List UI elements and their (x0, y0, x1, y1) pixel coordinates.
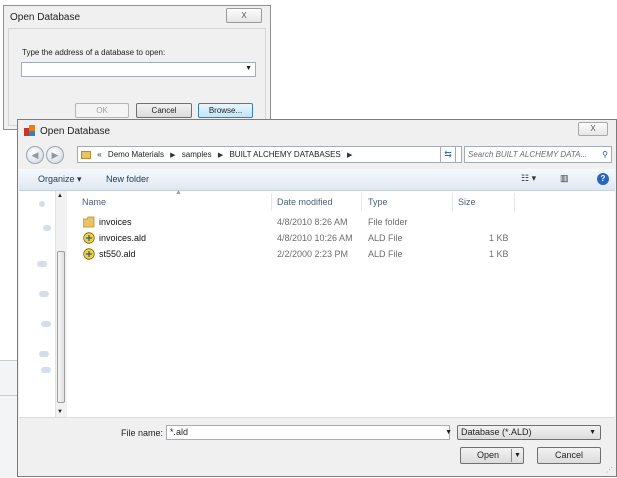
chevron-right-icon[interactable]: ▶ (218, 152, 223, 159)
close-button[interactable]: X (578, 122, 608, 136)
refresh-button[interactable]: ⇆ (440, 146, 456, 163)
file-date: 4/8/2010 10:26 AM (277, 233, 353, 243)
nav-item[interactable] (39, 201, 45, 207)
file-name: st550.ald (99, 249, 136, 259)
app-icon (24, 125, 35, 136)
file-row[interactable]: invoices.ald 4/8/2010 10:26 AM ALD File … (67, 231, 615, 246)
column-divider[interactable] (361, 193, 362, 211)
help-icon[interactable]: ? (597, 173, 609, 185)
file-type: ALD File (368, 233, 403, 243)
file-type: File folder (368, 217, 408, 227)
open-label: Open (477, 450, 500, 460)
file-row[interactable]: invoices 4/8/2010 8:26 AM File folder (67, 215, 615, 230)
breadcrumb-demo-materials[interactable]: Demo Materials (108, 150, 164, 159)
open-button[interactable]: Open ▼ (460, 447, 524, 464)
scroll-down-icon[interactable]: ▼ (57, 409, 63, 415)
search-input[interactable]: Search BUILT ALCHEMY DATA... ⚲ (464, 146, 612, 163)
new-folder-button[interactable]: New folder (106, 174, 149, 184)
split-divider (511, 449, 512, 462)
file-size: 1 KB (489, 249, 509, 259)
address-prompt: Type the address of a database to open: (22, 48, 166, 57)
column-divider[interactable] (452, 193, 453, 211)
nav-scrollbar[interactable]: ▲ ▼ (55, 191, 66, 417)
scroll-thumb[interactable] (57, 251, 65, 403)
back-button[interactable]: ◀ (26, 146, 44, 164)
breadcrumb-overflow[interactable]: « (97, 150, 101, 159)
dialog-title: Open Database (10, 12, 81, 23)
file-name-input[interactable]: *.ald ▼ (166, 425, 452, 440)
ald-file-icon (83, 248, 95, 260)
command-toolbar: Organize ▾ New folder ☷ ▾ ▥ ? (19, 169, 615, 191)
ok-button[interactable]: OK (75, 103, 129, 118)
file-name-label: File name: (121, 428, 164, 438)
nav-item[interactable] (37, 261, 47, 267)
folder-icon (83, 216, 95, 228)
chevron-down-icon[interactable]: ▼ (589, 426, 596, 439)
column-name[interactable]: Name (82, 197, 106, 207)
open-database-file-dialog: Open Database X ◀ ▶ « Demo Materials ▶ s… (17, 119, 617, 477)
file-type-select[interactable]: Database (*.ALD) ▼ (457, 425, 601, 440)
breadcrumb-built-alchemy[interactable]: BUILT ALCHEMY DATABASES (229, 150, 340, 159)
file-date: 2/2/2000 2:23 PM (277, 249, 349, 259)
organize-button[interactable]: Organize ▾ (38, 174, 82, 185)
dialog-title: Open Database (40, 126, 111, 137)
address-bar[interactable]: « Demo Materials ▶ samples ▶ BUILT ALCHE… (77, 146, 462, 163)
search-icon[interactable]: ⚲ (602, 147, 608, 162)
folder-icon (81, 150, 91, 159)
close-button[interactable]: X (226, 8, 262, 23)
address-combo[interactable]: ▼ (21, 62, 256, 77)
file-date: 4/8/2010 8:26 AM (277, 217, 348, 227)
file-list: Name ▲ Date modified Type Size invoices … (67, 189, 615, 417)
chevron-down-icon[interactable]: ▼ (514, 448, 521, 463)
dialog-footer: File name: *.ald ▼ Database (*.ALD) ▼ Op… (19, 417, 615, 476)
column-size[interactable]: Size (458, 197, 476, 207)
preview-pane-icon[interactable]: ▥ (560, 173, 569, 184)
cancel-button[interactable]: Cancel (537, 447, 601, 464)
chevron-right-icon[interactable]: ▶ (347, 152, 352, 159)
resize-grip-icon[interactable]: ⋰ (606, 466, 613, 474)
file-name-value: *.ald (170, 427, 189, 437)
file-name: invoices.ald (99, 233, 147, 243)
nav-item[interactable] (41, 321, 51, 327)
file-row[interactable]: st550.ald 2/2/2000 2:23 PM ALD File 1 KB (67, 247, 615, 262)
ald-file-icon (83, 232, 95, 244)
breadcrumb-samples[interactable]: samples (182, 150, 212, 159)
nav-item[interactable] (43, 225, 51, 231)
chevron-right-icon[interactable]: ▶ (170, 152, 175, 159)
column-date-modified[interactable]: Date modified (277, 197, 333, 207)
cancel-button[interactable]: Cancel (136, 103, 192, 118)
chevron-down-icon[interactable]: ▼ (445, 426, 452, 439)
nav-item[interactable] (39, 351, 49, 357)
view-options-icon[interactable]: ☷ ▾ (521, 173, 536, 184)
column-divider[interactable] (271, 193, 272, 211)
forward-button[interactable]: ▶ (46, 146, 64, 164)
nav-item[interactable] (39, 291, 49, 297)
chevron-down-icon[interactable]: ▼ (245, 65, 252, 72)
file-name: invoices (99, 217, 132, 227)
search-placeholder: Search BUILT ALCHEMY DATA... (468, 150, 588, 159)
nav-item[interactable] (41, 367, 51, 373)
column-divider[interactable] (514, 193, 515, 211)
sort-ascending-icon: ▲ (175, 189, 182, 196)
file-type: ALD File (368, 249, 403, 259)
scroll-up-icon[interactable]: ▲ (57, 193, 63, 199)
file-size: 1 KB (489, 233, 509, 243)
browse-button[interactable]: Browse... (198, 103, 253, 118)
file-type-value: Database (*.ALD) (461, 427, 532, 437)
column-type[interactable]: Type (368, 197, 388, 207)
